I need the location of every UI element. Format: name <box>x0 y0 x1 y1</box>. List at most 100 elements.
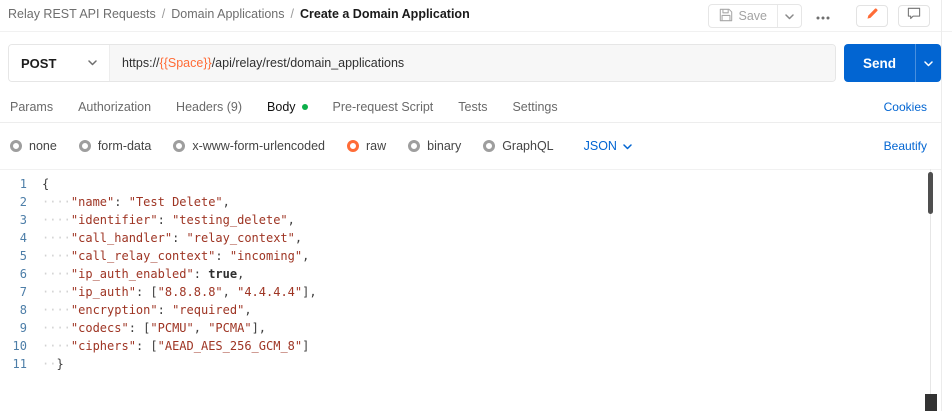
token-ws: ···· <box>42 231 71 245</box>
tab-tests[interactable]: Tests <box>458 100 487 114</box>
beautify-link[interactable]: Beautify <box>884 139 927 153</box>
token-ws: ···· <box>42 339 71 353</box>
token-str: "PCMA" <box>208 321 251 335</box>
body-mode-binary[interactable]: binary <box>408 139 461 153</box>
token-punc: : <box>215 249 229 263</box>
save-dropdown-button[interactable] <box>778 7 801 25</box>
topbar-actions: Save <box>708 4 931 28</box>
radio-icon <box>173 140 185 152</box>
token-str: "required" <box>172 303 244 317</box>
tab-authorization[interactable]: Authorization <box>78 100 151 114</box>
radio-icon <box>10 140 22 152</box>
send-label: Send <box>863 56 896 71</box>
save-icon <box>719 8 733 25</box>
code-line[interactable]: ····"codecs": ["PCMU", "PCMA"], <box>42 319 941 337</box>
token-punc: : <box>172 231 186 245</box>
save-label: Save <box>739 9 768 23</box>
body-mode-form-data[interactable]: form-data <box>79 139 152 153</box>
tab-settings[interactable]: Settings <box>512 100 557 114</box>
request-bar: POST https://{{Space}}/api/relay/rest/do… <box>8 44 836 82</box>
language-label: JSON <box>584 139 617 153</box>
token-punc: : <box>194 267 208 281</box>
code-line[interactable]: ····"identifier": "testing_delete", <box>42 211 941 229</box>
send-dropdown-button[interactable] <box>915 44 941 82</box>
token-punc: ] <box>302 339 309 353</box>
body-mode-x-www-form-urlencoded[interactable]: x-www-form-urlencoded <box>173 139 325 153</box>
code-line[interactable]: ····"name": "Test Delete", <box>42 193 941 211</box>
breadcrumb: Relay REST API Requests/Domain Applicati… <box>8 7 470 21</box>
tab-label: Body <box>267 100 296 114</box>
body-options-bar: none form-data x-www-form-urlencoded raw bin… <box>0 124 941 168</box>
code-line[interactable]: ····"call_relay_context": "incoming", <box>42 247 941 265</box>
code-line[interactable]: ····"call_handler": "relay_context", <box>42 229 941 247</box>
radio-icon <box>79 140 91 152</box>
token-bool: true <box>208 267 237 281</box>
tab-headers[interactable]: Headers (9) <box>176 100 242 114</box>
body-mode-list: none form-data x-www-form-urlencoded raw bin… <box>10 139 576 153</box>
tab-label: Tests <box>458 100 487 114</box>
token-ws: ···· <box>42 321 71 335</box>
token-key: "codecs" <box>71 321 129 335</box>
tab-label: Settings <box>512 100 557 114</box>
language-select[interactable]: JSON <box>584 139 632 153</box>
send-button[interactable]: Send <box>844 44 915 82</box>
line-number: 2 <box>0 193 40 211</box>
token-punc: ], <box>302 285 316 299</box>
token-key: "ip_auth" <box>71 285 136 299</box>
url-input[interactable]: https://{{Space}}/api/relay/rest/domain_… <box>109 45 835 81</box>
breadcrumb-item: Create a Domain Application <box>300 7 470 21</box>
token-punc: , <box>223 195 230 209</box>
body-mode-graphql[interactable]: GraphQL <box>483 139 553 153</box>
token-punc: : <box>158 303 172 317</box>
postman-window: Relay REST API Requests/Domain Applicati… <box>0 0 952 411</box>
token-ws: ·· <box>42 357 56 371</box>
more-options-button[interactable] <box>812 5 834 27</box>
tab-pre-request-script[interactable]: Pre-request Script <box>333 100 434 114</box>
edit-button[interactable] <box>856 5 888 27</box>
token-punc: : [ <box>129 321 151 335</box>
comment-icon <box>907 7 921 25</box>
code-line[interactable]: ····"ip_auth": ["8.8.8.8", "4.4.4.4"], <box>42 283 941 301</box>
code-line[interactable]: { <box>42 175 941 193</box>
body-mode-label: none <box>29 139 57 153</box>
body-mode-label: raw <box>366 139 386 153</box>
request-tabs: Params Authorization Headers (9) Body Pre-re… <box>10 100 583 114</box>
tab-params[interactable]: Params <box>10 100 53 114</box>
save-button[interactable]: Save <box>709 8 778 25</box>
tab-label: Params <box>10 100 53 114</box>
line-number: 6 <box>0 265 40 283</box>
method-select[interactable]: POST <box>9 45 109 81</box>
body-mode-raw[interactable]: raw <box>347 139 386 153</box>
line-number: 9 <box>0 319 40 337</box>
token-str: "PCMU" <box>150 321 193 335</box>
breadcrumb-item[interactable]: Relay REST API Requests <box>8 7 156 21</box>
editor-code: {····"name": "Test Delete",····"identifi… <box>40 170 941 411</box>
topbar: Relay REST API Requests/Domain Applicati… <box>0 0 952 32</box>
editor-gutter: 1234567891011 <box>0 170 40 411</box>
comments-button[interactable] <box>898 5 930 27</box>
right-rail-divider <box>941 0 942 411</box>
line-number: 3 <box>0 211 40 229</box>
token-key: "encryption" <box>71 303 158 317</box>
request-tabs-row: Params Authorization Headers (9) Body Pre-re… <box>0 92 941 123</box>
url-prefix: https:// <box>122 56 160 70</box>
code-line[interactable]: ····"encryption": "required", <box>42 301 941 319</box>
method-label: POST <box>21 56 56 71</box>
editor-scrollbar-thumb[interactable] <box>928 172 933 214</box>
token-punc: : [ <box>136 339 158 353</box>
body-editor[interactable]: 1234567891011 {····"name": "Test Delete"… <box>0 169 941 411</box>
body-mode-none[interactable]: none <box>10 139 57 153</box>
token-key: "ciphers" <box>71 339 136 353</box>
chevron-down-icon <box>924 54 933 72</box>
send-button-group: Send <box>844 44 941 82</box>
more-options-icon <box>816 7 830 25</box>
tab-body[interactable]: Body <box>267 100 308 114</box>
code-line[interactable]: ····"ip_auth_enabled": true, <box>42 265 941 283</box>
code-line[interactable]: ··} <box>42 355 941 373</box>
code-line[interactable]: ····"ciphers": ["AEAD_AES_256_GCM_8"] <box>42 337 941 355</box>
radio-icon <box>483 140 495 152</box>
breadcrumb-item[interactable]: Domain Applications <box>171 7 284 21</box>
token-key: "call_relay_context" <box>71 249 216 263</box>
save-group: Save <box>708 4 803 28</box>
cookies-link[interactable]: Cookies <box>884 100 941 114</box>
